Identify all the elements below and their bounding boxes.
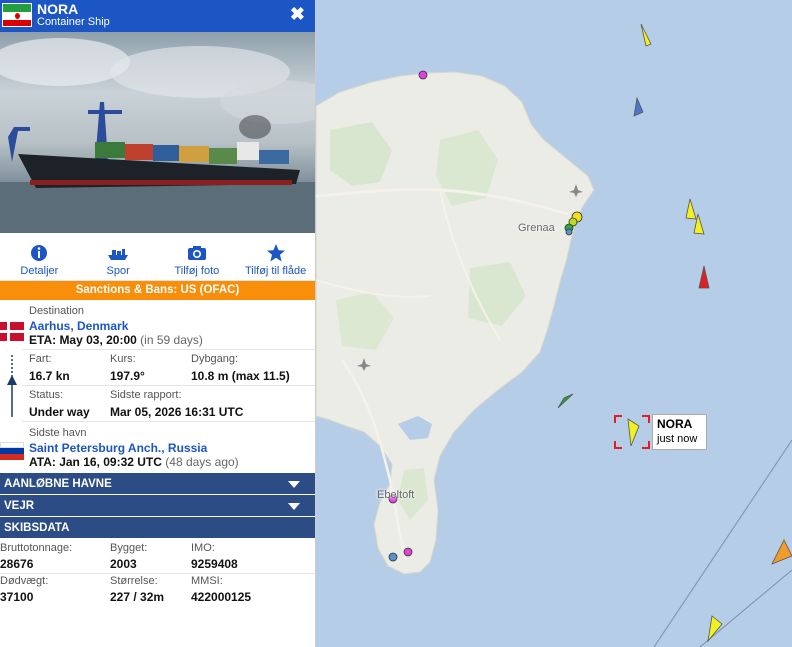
selection-bracket xyxy=(642,441,650,449)
place-label-grenaa: Grenaa xyxy=(518,222,555,234)
speed-value: 16.7 kn xyxy=(29,369,70,383)
sanctions-banner[interactable]: Sanctions & Bans: US (OFAC) xyxy=(0,281,315,300)
course-label: Kurs: xyxy=(110,353,136,365)
destination-port-link[interactable]: Aarhus, Denmark xyxy=(29,319,128,333)
status-value: Under way xyxy=(29,405,90,419)
port-marker xyxy=(388,552,398,562)
vessel-tooltip[interactable]: NORA just now xyxy=(652,414,707,450)
status-label: Status: xyxy=(29,389,64,401)
built-value: 2003 xyxy=(110,557,137,571)
tooltip-time: just now xyxy=(657,433,698,445)
port-marker xyxy=(403,547,413,557)
draught-label: Dybgang: xyxy=(191,353,239,365)
flag-russia-icon xyxy=(0,442,24,460)
deadweight-label: Dødvægt: xyxy=(0,575,49,587)
port-marker xyxy=(418,70,428,80)
place-label-ebeltoft: Ebeltoft xyxy=(377,489,415,501)
speed-label: Fart: xyxy=(29,353,52,365)
built-label: Bygget: xyxy=(110,542,148,554)
vessel-photo[interactable] xyxy=(0,32,315,233)
ship-track-icon xyxy=(108,249,129,260)
panel-header: NORA Container Ship ✖ xyxy=(0,0,315,32)
chevron-down-icon xyxy=(288,481,300,488)
destination-label: Destination xyxy=(29,305,85,317)
chevron-down-icon xyxy=(288,503,300,510)
mmsi-value: 422000125 xyxy=(191,590,252,604)
last-port-link[interactable]: Saint Petersburg Anch., Russia xyxy=(29,441,207,455)
info-icon xyxy=(31,245,48,261)
section-weather-label: VEJR xyxy=(4,500,35,512)
divider xyxy=(22,421,315,422)
details-label: Detaljer xyxy=(20,265,59,277)
vessel-data-block: Bruttotonnage: 28676 Bygget: 2003 IMO: 9… xyxy=(0,539,315,609)
vessel-name: NORA xyxy=(37,1,79,17)
camera-icon xyxy=(187,246,206,260)
tooltip-vessel-name: NORA xyxy=(657,417,693,431)
section-weather[interactable]: VEJR xyxy=(0,495,315,517)
section-vessel-data[interactable]: SKIBSDATA xyxy=(0,517,315,539)
details-button[interactable]: Detaljer xyxy=(0,233,79,280)
flag-denmark-icon xyxy=(0,322,24,341)
ata-value: ATA: Jan 16, 09:32 UTC (48 days ago) xyxy=(29,455,239,469)
deadweight-value: 37100 xyxy=(0,590,34,604)
mmsi-label: MMSI: xyxy=(191,575,223,587)
close-icon[interactable]: ✖ xyxy=(290,5,305,23)
star-icon xyxy=(266,244,285,262)
gross-tonnage-value: 28676 xyxy=(0,557,34,571)
selection-bracket xyxy=(614,415,622,423)
divider xyxy=(22,385,315,386)
section-port-calls-label: AANLØBNE HAVNE xyxy=(4,478,112,490)
ata-text: ATA: Jan 16, 09:32 UTC xyxy=(29,455,162,469)
eta-relative: (in 59 days) xyxy=(140,333,203,347)
last-port-label: Sidste havn xyxy=(29,427,87,439)
divider xyxy=(22,349,315,350)
imo-label: IMO: xyxy=(191,542,215,554)
section-vessel-data-label: SKIBSDATA xyxy=(4,522,70,534)
last-report-label: Sidste rapport: xyxy=(110,389,182,401)
selection-bracket xyxy=(642,415,650,423)
gross-tonnage-label: Bruttotonnage: xyxy=(0,542,73,554)
port-marker xyxy=(565,228,573,236)
add-photo-label: Tilføj foto xyxy=(174,265,220,277)
section-port-calls[interactable]: AANLØBNE HAVNE xyxy=(0,473,315,495)
voyage-block: Destination Aarhus, Denmark ETA: May 03,… xyxy=(0,300,315,424)
vessel-panel: NORA Container Ship ✖ Detaljer Spor Tilf… xyxy=(0,0,316,647)
divider xyxy=(0,573,315,574)
last-report-value: Mar 05, 2026 16:31 UTC xyxy=(110,405,244,419)
size-label: Størrelse: xyxy=(110,575,158,587)
eta-value: ETA: May 03, 20:00 (in 59 days) xyxy=(29,333,203,347)
add-to-fleet-label: Tilføj til flåde xyxy=(244,265,307,277)
flag-iran-icon xyxy=(2,3,32,27)
last-port-block: Sidste havn Saint Petersburg Anch., Russ… xyxy=(0,424,315,473)
imo-value: 9259408 xyxy=(191,557,238,571)
route-progress-icon xyxy=(7,355,17,417)
course-value: 197.9° xyxy=(110,369,145,383)
draught-value: 10.8 m (max 11.5) xyxy=(191,369,290,383)
vessel-type: Container Ship xyxy=(37,16,110,28)
add-photo-button[interactable]: Tilføj foto xyxy=(158,233,237,280)
track-label: Spor xyxy=(106,265,130,277)
selection-bracket xyxy=(614,441,622,449)
action-bar: Detaljer Spor Tilføj foto Tilføj til flå… xyxy=(0,233,315,281)
eta-text: ETA: May 03, 20:00 xyxy=(29,333,137,347)
add-to-fleet-button[interactable]: Tilføj til flåde xyxy=(236,233,315,280)
size-value: 227 / 32m xyxy=(110,590,165,604)
track-button[interactable]: Spor xyxy=(79,233,158,280)
ata-relative: (48 days ago) xyxy=(165,455,239,469)
